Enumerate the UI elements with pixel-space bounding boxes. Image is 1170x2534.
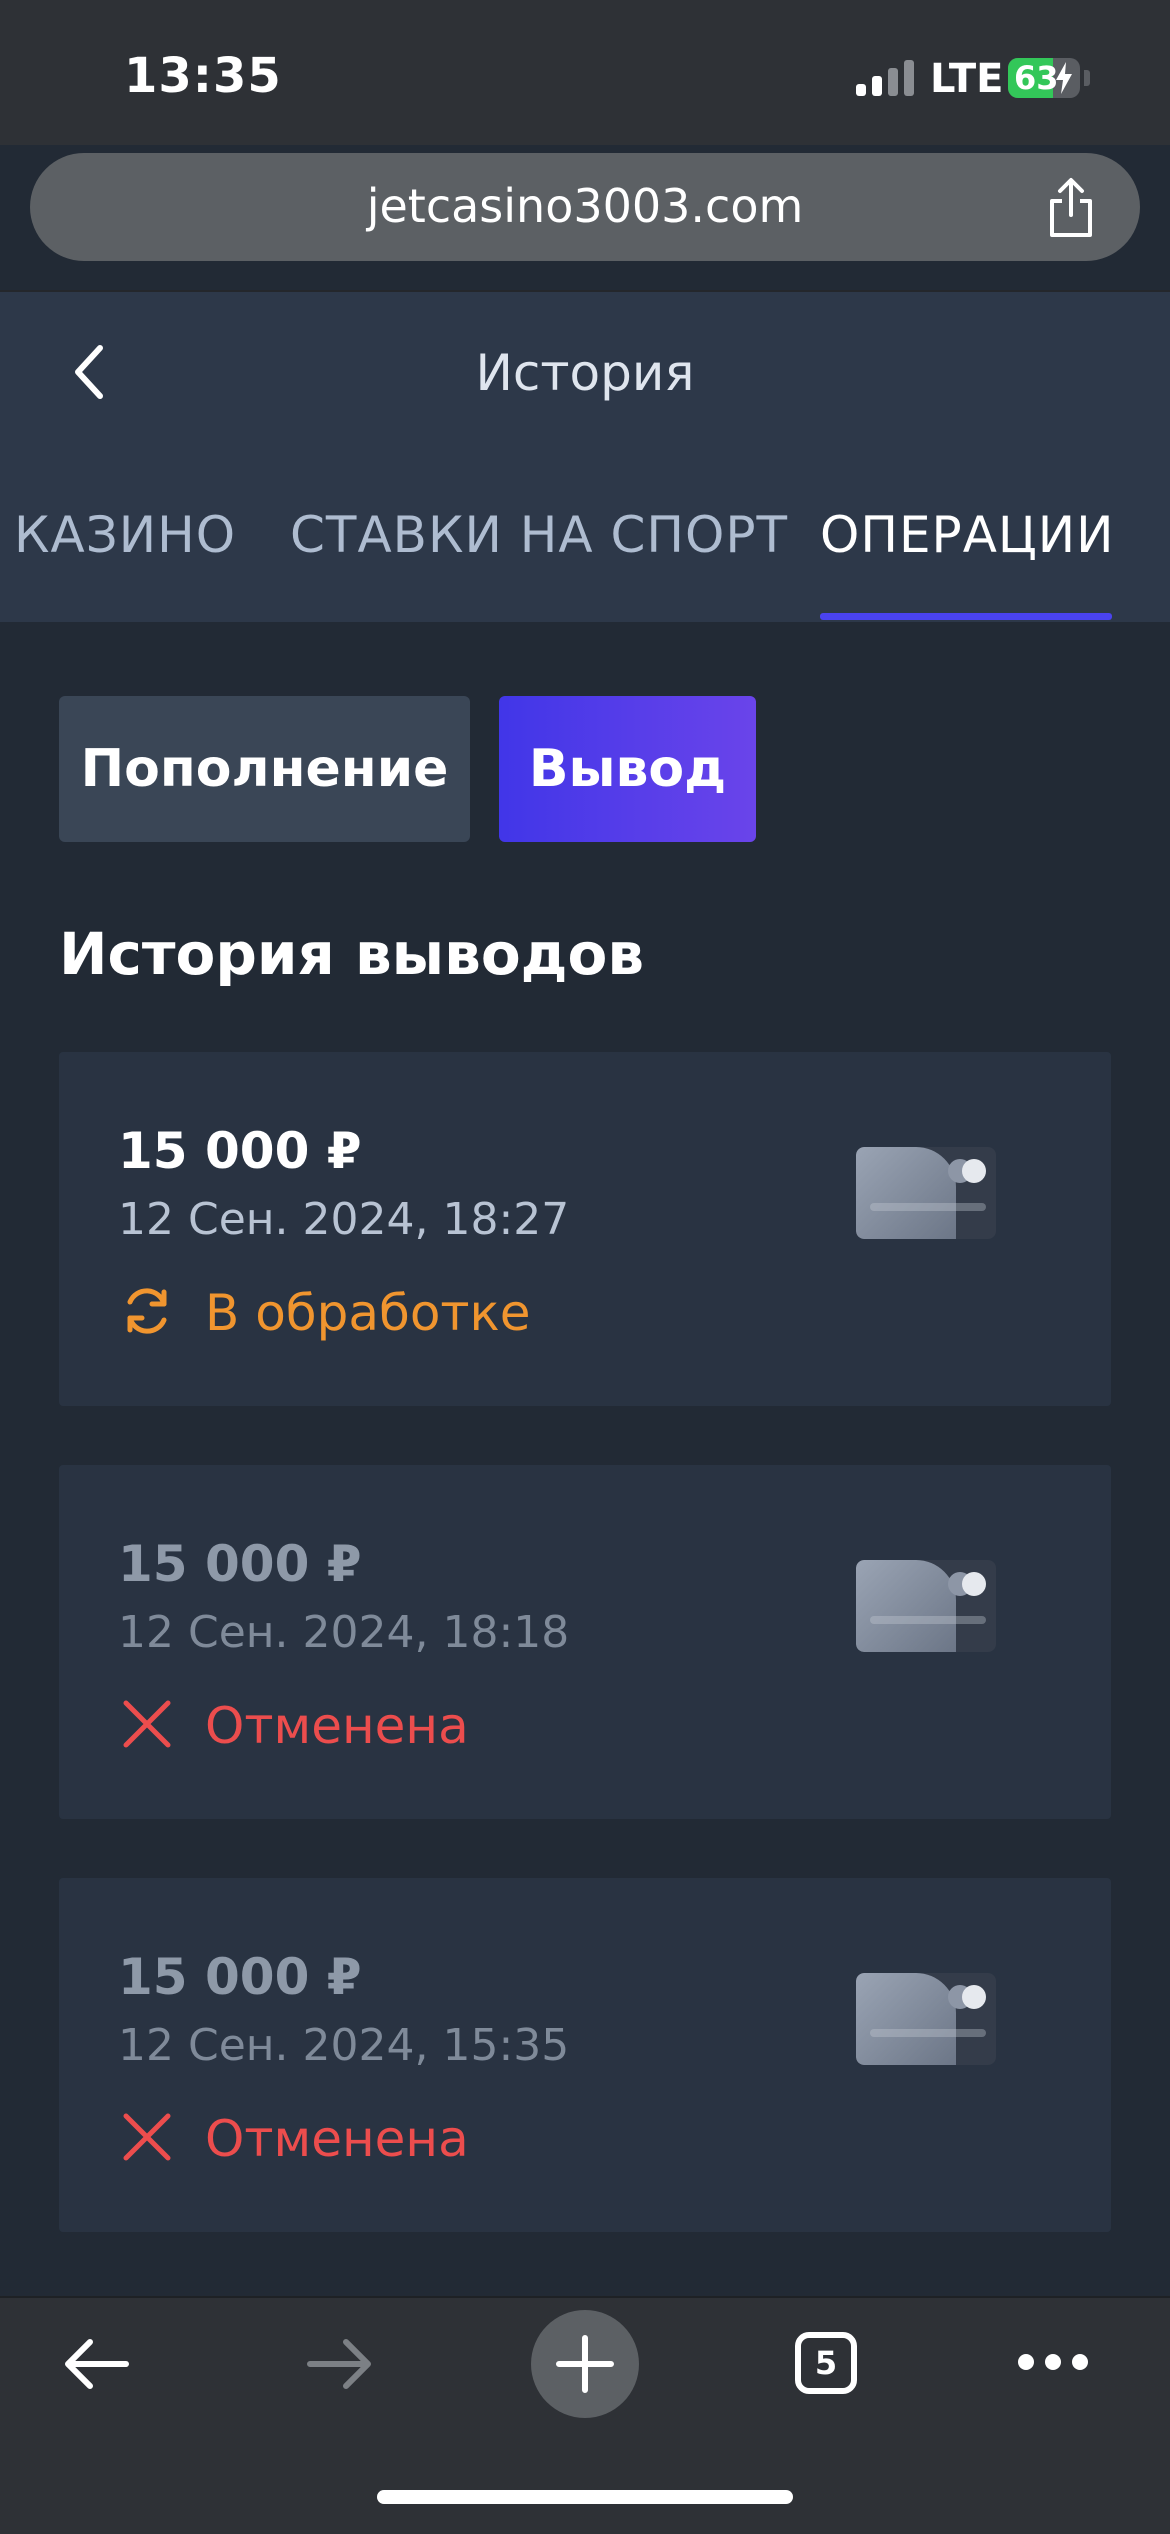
tab-operations[interactable]: ОПЕРАЦИИ bbox=[820, 506, 1115, 564]
clock: 13:35 bbox=[124, 48, 282, 104]
refresh-icon bbox=[127, 1288, 167, 1334]
close-icon bbox=[123, 2113, 171, 2161]
page-header: История КАЗИНО СТАВКИ НА СПОРТ ОПЕРАЦИИ bbox=[0, 292, 1170, 622]
withdrawal-status: Отменена bbox=[205, 1697, 469, 1755]
withdrawal-date: 12 Сен. 2024, 18:18 bbox=[118, 1607, 570, 1658]
page-title: История bbox=[475, 344, 695, 402]
withdrawal-card[interactable]: 15 000 ₽ 12 Сен. 2024, 15:35 Отменена bbox=[59, 1878, 1111, 2232]
bank-card-icon bbox=[856, 1560, 996, 1652]
bank-card-icon bbox=[856, 1973, 996, 2065]
close-icon bbox=[123, 1700, 171, 1748]
plus-icon bbox=[556, 2335, 614, 2393]
withdrawal-amount: 15 000 ₽ bbox=[118, 1122, 362, 1180]
share-icon[interactable] bbox=[1042, 177, 1100, 239]
bank-card-icon bbox=[856, 1147, 996, 1239]
history-tabs: КАЗИНО СТАВКИ НА СПОРТ ОПЕРАЦИИ bbox=[0, 492, 1170, 622]
signal-icon bbox=[856, 60, 918, 96]
battery-tip bbox=[1084, 70, 1090, 86]
charging-bolt-icon bbox=[1056, 62, 1072, 94]
status-bar: 13:35 LTE 63 bbox=[0, 0, 1170, 145]
network-type: LTE bbox=[930, 56, 1004, 102]
address-bar[interactable]: jetcasino3003.com bbox=[30, 153, 1140, 261]
battery-level: 63 bbox=[1014, 59, 1059, 97]
tab-casino[interactable]: КАЗИНО bbox=[14, 506, 236, 564]
battery-icon: 63 bbox=[1008, 58, 1080, 98]
tab-sports-betting[interactable]: СТАВКИ НА СПОРТ bbox=[290, 506, 788, 564]
url-text[interactable]: jetcasino3003.com bbox=[30, 179, 1140, 233]
deposit-button[interactable]: Пополнение bbox=[59, 696, 470, 842]
more-icon[interactable] bbox=[1016, 2350, 1090, 2374]
withdrawal-amount: 15 000 ₽ bbox=[118, 1535, 362, 1593]
withdrawal-status: Отменена bbox=[205, 2110, 469, 2168]
withdrawal-status: В обработке bbox=[205, 1284, 531, 1342]
forward-arrow-icon[interactable] bbox=[304, 2334, 376, 2394]
withdrawal-date: 12 Сен. 2024, 18:27 bbox=[118, 1194, 570, 1245]
new-tab-button[interactable] bbox=[531, 2310, 639, 2418]
withdraw-button[interactable]: Вывод bbox=[499, 696, 756, 842]
withdrawal-card[interactable]: 15 000 ₽ 12 Сен. 2024, 18:18 Отменена bbox=[59, 1465, 1111, 1819]
withdrawal-card[interactable]: 15 000 ₽ 12 Сен. 2024, 18:27 В обработке bbox=[59, 1052, 1111, 1406]
withdrawal-amount: 15 000 ₽ bbox=[118, 1948, 362, 2006]
home-indicator bbox=[377, 2490, 793, 2504]
withdrawal-date: 12 Сен. 2024, 15:35 bbox=[118, 2020, 570, 2071]
back-arrow-icon[interactable] bbox=[60, 2334, 132, 2394]
tabs-icon[interactable]: 5 bbox=[795, 2332, 857, 2394]
section-title: История выводов bbox=[59, 920, 645, 988]
active-tab-indicator bbox=[820, 613, 1112, 620]
